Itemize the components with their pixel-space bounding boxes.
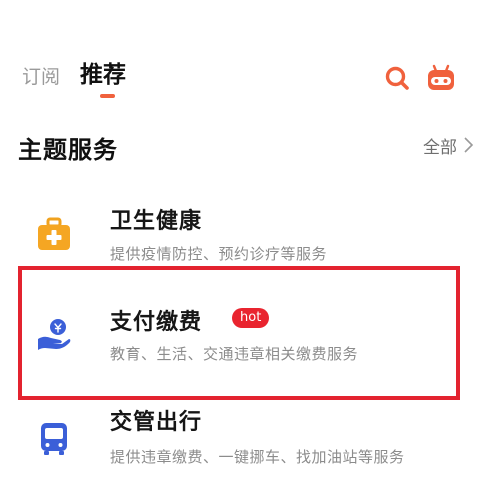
tab-recommend[interactable]: 推荐	[80, 62, 126, 88]
robot-icon	[428, 64, 454, 90]
service-item-health[interactable]: 卫生健康 提供疫情防控、预约诊疗等服务	[0, 190, 477, 286]
service-title: 卫生健康	[110, 209, 203, 234]
service-item-traffic[interactable]: 交管出行 提供违章缴费、一键挪车、找加油站等服务	[0, 394, 477, 490]
search-button[interactable]	[383, 64, 411, 92]
chevron-right-icon	[464, 137, 474, 153]
view-all-label: 全部	[423, 137, 457, 158]
service-description: 提供疫情防控、预约诊疗等服务	[110, 245, 328, 263]
active-tab-indicator	[100, 94, 115, 98]
service-description: 教育、生活、交通违章相关缴费服务	[110, 345, 359, 363]
payment-hand-icon	[38, 319, 71, 350]
medical-kit-icon	[38, 217, 70, 250]
section-title: 主题服务	[18, 136, 118, 164]
bus-icon	[41, 423, 67, 455]
search-icon	[385, 66, 409, 90]
service-title: 交管出行	[110, 410, 203, 435]
hot-badge: hot	[232, 308, 270, 328]
service-title: 支付缴费	[110, 310, 203, 335]
service-item-payment[interactable]: 支付缴费 hot 教育、生活、交通违章相关缴费服务	[0, 287, 477, 383]
assistant-button[interactable]	[426, 64, 454, 92]
view-all-link[interactable]: 全部	[423, 134, 475, 158]
tab-subscribe[interactable]: 订阅	[22, 64, 60, 90]
service-description: 提供违章缴费、一键挪车、找加油站等服务	[110, 448, 405, 466]
top-bar: 订阅 推荐	[0, 0, 477, 110]
